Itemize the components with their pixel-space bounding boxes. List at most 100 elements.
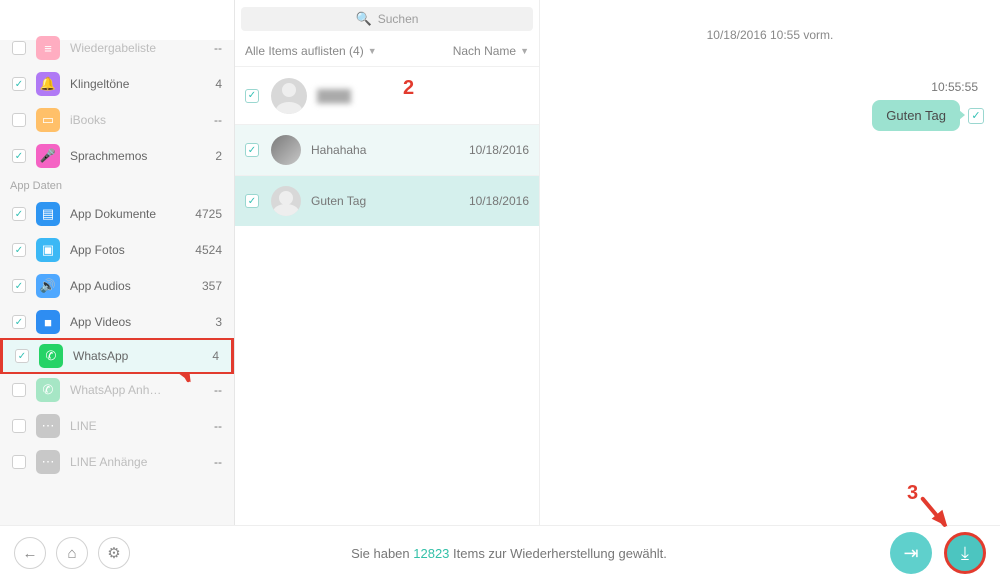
list-filter-dropdown[interactable]: Alle Items auflisten (4) ▼	[245, 44, 377, 58]
back-button[interactable]: ←	[14, 537, 46, 569]
sidebar-item-label: LINE	[70, 419, 214, 433]
callout-3: 3	[907, 482, 918, 505]
checkbox-icon[interactable]	[12, 243, 26, 257]
chat-date: 10/18/2016	[469, 194, 529, 208]
sidebar-item-label: Sprachmemos	[70, 149, 215, 163]
chat-row[interactable]: ████	[235, 66, 539, 124]
message-text: Guten Tag	[886, 108, 946, 123]
sidebar-item-count: --	[214, 41, 222, 55]
sort-dropdown[interactable]: Nach Name ▼	[453, 44, 529, 58]
checkbox-icon[interactable]	[12, 315, 26, 329]
chat-date: 10/18/2016	[469, 143, 529, 157]
checkbox-icon[interactable]	[12, 419, 26, 433]
avatar-icon	[271, 186, 301, 216]
home-icon: ⌂	[67, 545, 76, 562]
search-icon: 🔍	[356, 11, 372, 27]
sidebar-item-count: 3	[215, 315, 222, 329]
mic-icon: 🎤	[36, 144, 60, 168]
checkbox-icon[interactable]	[245, 89, 259, 103]
status-count: 12823	[413, 546, 449, 561]
sidebar-item-count: --	[214, 383, 222, 397]
chevron-down-icon: ▼	[520, 46, 529, 56]
bottom-toolbar: ← ⌂ ⚙ Sie haben 12823 Items zur Wiederhe…	[0, 525, 1000, 580]
sidebar-item-sprachmemos[interactable]: 🎤 Sprachmemos 2	[0, 138, 234, 174]
callout-2: 2	[403, 77, 414, 100]
checkbox-icon[interactable]	[12, 149, 26, 163]
video-icon: ■	[36, 310, 60, 334]
chat-detail: 10/18/2016 10:55 vorm. 10:55:55 Guten Ta…	[540, 0, 1000, 525]
line-icon: ⋯	[36, 414, 60, 438]
sidebar-item-count: --	[214, 455, 222, 469]
sidebar-item-whatsapp[interactable]: ✆ WhatsApp 4	[0, 338, 234, 374]
export-to-computer-button[interactable]: ⤓	[944, 532, 986, 574]
sidebar-group-label: App Daten	[0, 174, 234, 196]
avatar-icon	[271, 78, 307, 114]
sidebar-item-count: 4725	[195, 207, 222, 221]
sidebar-item-wiedergabeliste[interactable]: ≡ Wiedergabeliste --	[0, 30, 234, 66]
checkbox-icon[interactable]	[245, 143, 259, 157]
sidebar-item-label: App Dokumente	[70, 207, 195, 221]
dropdown-label: Nach Name	[453, 44, 516, 58]
book-icon: ▭	[36, 108, 60, 132]
sidebar-item-app-fotos[interactable]: ▣ App Fotos 4524	[0, 232, 234, 268]
checkbox-icon[interactable]	[12, 77, 26, 91]
sidebar-item-count: 357	[202, 279, 222, 293]
export-to-device-button[interactable]: ⇥	[890, 532, 932, 574]
sidebar-item-count: 4524	[195, 243, 222, 257]
chevron-down-icon: ▼	[368, 46, 377, 56]
search-input[interactable]: 🔍 Suchen	[241, 7, 533, 31]
whatsapp-attachment-icon: ✆	[36, 378, 60, 402]
sidebar-item-label: WhatsApp	[73, 349, 212, 363]
sidebar-item-app-audios[interactable]: 🔊 App Audios 357	[0, 268, 234, 304]
sidebar-item-line[interactable]: ⋯ LINE --	[0, 408, 234, 444]
sidebar-item-klingeltoene[interactable]: 🔔 Klingeltöne 4	[0, 66, 234, 102]
checkbox-icon[interactable]	[12, 41, 26, 55]
sidebar-item-app-dokumente[interactable]: ▤ App Dokumente 4725	[0, 196, 234, 232]
message-row: Guten Tag	[872, 100, 984, 131]
chat-list: ████ Hahahaha 10/18/2016 Guten Tag 10/18…	[235, 66, 539, 525]
sidebar-item-count: 4	[215, 77, 222, 91]
sidebar-item-label: WhatsApp Anh…	[70, 383, 214, 397]
sidebar-item-line-anhaenge[interactable]: ⋯ LINE Anhänge --	[0, 444, 234, 480]
sidebar-item-label: App Videos	[70, 315, 215, 329]
checkbox-icon[interactable]	[245, 194, 259, 208]
checkbox-icon[interactable]	[12, 455, 26, 469]
checkbox-icon[interactable]	[12, 113, 26, 127]
sidebar-item-label: App Audios	[70, 279, 202, 293]
sidebar-item-label: Wiedergabeliste	[70, 41, 214, 55]
checkbox-icon[interactable]	[12, 207, 26, 221]
message-bubble[interactable]: Guten Tag	[872, 100, 960, 131]
line-attachment-icon: ⋯	[36, 450, 60, 474]
checkbox-icon[interactable]	[968, 108, 984, 124]
sidebar-item-ibooks[interactable]: ▭ iBooks --	[0, 102, 234, 138]
sidebar-item-app-videos[interactable]: ■ App Videos 3	[0, 304, 234, 340]
sidebar-item-whatsapp-anh[interactable]: ✆ WhatsApp Anh… --	[0, 372, 234, 408]
sidebar-item-label: Klingeltöne	[70, 77, 215, 91]
sidebar-item-count: 4	[212, 349, 219, 363]
audio-icon: 🔊	[36, 274, 60, 298]
playlist-icon: ≡	[36, 36, 60, 60]
bell-icon: 🔔	[36, 72, 60, 96]
checkbox-icon[interactable]	[12, 383, 26, 397]
checkbox-icon[interactable]	[15, 349, 29, 363]
settings-button[interactable]: ⚙	[98, 537, 130, 569]
sidebar-item-count: --	[214, 419, 222, 433]
status-text: Sie haben 12823 Items zur Wiederherstell…	[140, 546, 878, 561]
search-placeholder: Suchen	[378, 12, 419, 26]
sidebar-item-count: 2	[215, 149, 222, 163]
dropdown-label: Alle Items auflisten (4)	[245, 44, 364, 58]
arrow-left-icon: ←	[23, 545, 38, 562]
chat-sidebar: 🔍 Suchen Alle Items auflisten (4) ▼ Nach…	[235, 0, 540, 525]
sidebar-item-label: iBooks	[70, 113, 214, 127]
chat-row[interactable]: Guten Tag 10/18/2016	[235, 175, 539, 226]
avatar-icon	[271, 135, 301, 165]
home-button[interactable]: ⌂	[56, 537, 88, 569]
chat-row[interactable]: Hahahaha 10/18/2016	[235, 124, 539, 175]
download-icon: ⤓	[961, 543, 969, 564]
chat-name: ████	[317, 89, 351, 103]
whatsapp-icon: ✆	[39, 344, 63, 368]
sidebar-item-label: App Fotos	[70, 243, 195, 257]
conversation-timestamp: 10/18/2016 10:55 vorm.	[540, 0, 1000, 42]
checkbox-icon[interactable]	[12, 279, 26, 293]
sidebar-item-count: --	[214, 113, 222, 127]
